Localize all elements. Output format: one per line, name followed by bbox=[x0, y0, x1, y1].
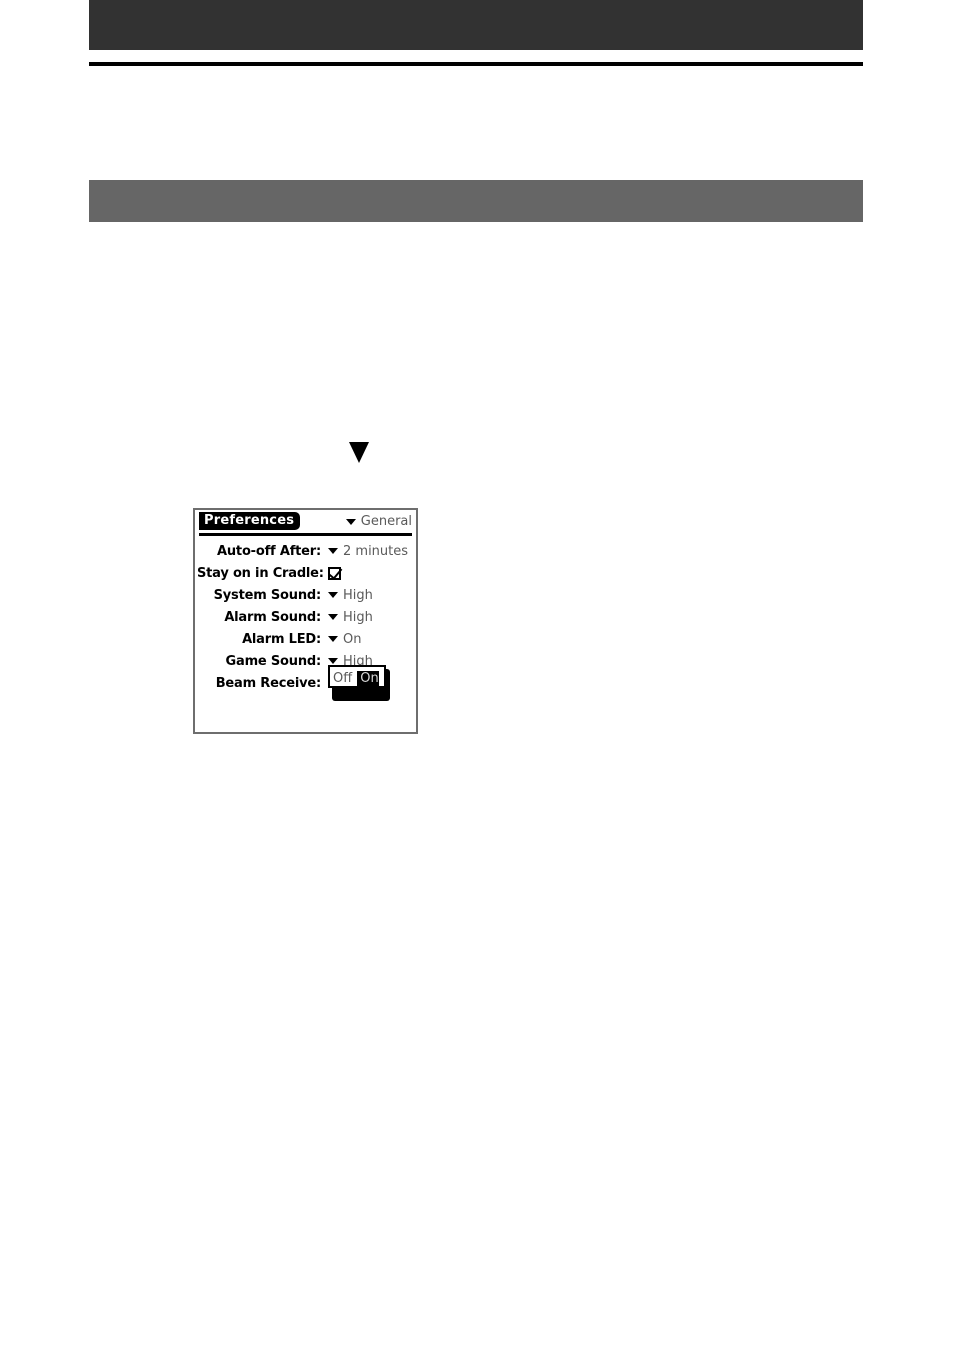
pref-label: Auto-off After: bbox=[217, 543, 321, 559]
chevron-down-icon bbox=[328, 658, 338, 664]
pref-value: On bbox=[343, 631, 362, 647]
pref-label: Alarm LED: bbox=[242, 631, 321, 647]
pref-value: 2 minutes bbox=[343, 543, 409, 559]
pref-value: High bbox=[343, 587, 373, 603]
pda-screen: Preferences General Auto-off After: 2 mi… bbox=[193, 508, 418, 734]
pref-row-alarm-sound: Alarm Sound: High bbox=[195, 606, 416, 628]
chevron-down-icon bbox=[328, 614, 338, 620]
pref-row-stay-on-in-cradle: Stay on in Cradle: bbox=[195, 562, 416, 584]
chevron-down-icon bbox=[328, 636, 338, 642]
triangle-down-icon bbox=[349, 442, 369, 463]
checkbox-checked-icon[interactable] bbox=[328, 566, 341, 580]
chevron-down-icon bbox=[328, 548, 338, 554]
pref-row-system-sound: System Sound: High bbox=[195, 584, 416, 606]
pref-label: Beam Receive: bbox=[215, 675, 321, 691]
page-title: Preferences bbox=[199, 512, 301, 530]
chevron-down-icon bbox=[345, 518, 356, 525]
popup-menu: Off On bbox=[328, 665, 386, 688]
section-heading-bar bbox=[89, 180, 863, 222]
beam-receive-popup-list: Off On bbox=[328, 665, 390, 701]
chevron-down-icon bbox=[328, 592, 338, 598]
pref-label: Alarm Sound: bbox=[224, 609, 321, 625]
alarm-led-picker[interactable]: On bbox=[328, 632, 361, 647]
alarm-sound-picker[interactable]: High bbox=[328, 610, 373, 625]
category-picker-value: General bbox=[360, 514, 412, 529]
app-titlebar: Preferences General bbox=[199, 512, 412, 536]
page-header-bar bbox=[89, 0, 863, 50]
preferences-list: Auto-off After: 2 minutes Stay on in Cra… bbox=[195, 536, 416, 701]
pref-row-auto-off-after: Auto-off After: 2 minutes bbox=[195, 540, 416, 562]
header-divider-rule bbox=[89, 62, 863, 66]
pref-label: Game Sound: bbox=[225, 653, 322, 669]
pref-row-alarm-led: Alarm LED: On bbox=[195, 628, 416, 650]
system-sound-picker[interactable]: High bbox=[328, 588, 373, 603]
category-picker[interactable]: General bbox=[345, 513, 412, 530]
pref-row-beam-receive: Beam Receive: Off On bbox=[195, 665, 416, 701]
popup-option-on[interactable]: On bbox=[357, 671, 379, 686]
pref-value: High bbox=[343, 609, 373, 625]
pref-label: System Sound: bbox=[213, 587, 322, 603]
pref-label: Stay on in Cradle: bbox=[197, 565, 324, 581]
popup-option-off[interactable]: Off bbox=[330, 671, 353, 686]
auto-off-after-picker[interactable]: 2 minutes bbox=[328, 544, 408, 559]
